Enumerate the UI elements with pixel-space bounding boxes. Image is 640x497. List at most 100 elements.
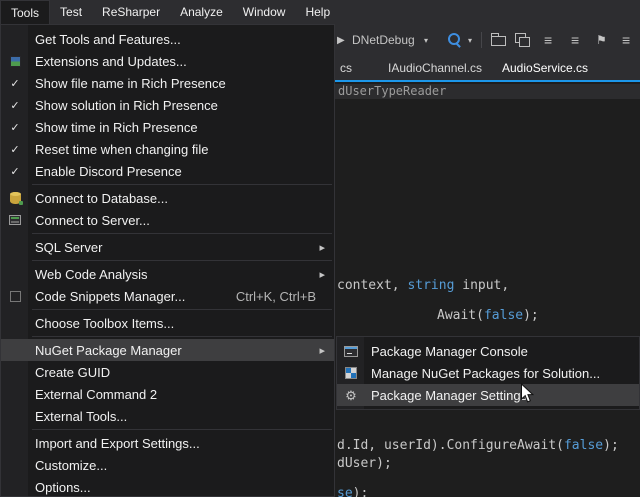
menu-item-connect-to-server[interactable]: Connect to Server... xyxy=(1,209,334,231)
menu-item-show-file-name[interactable]: ✓ Show file name in Rich Presence xyxy=(1,72,334,94)
item-gutter xyxy=(1,187,29,209)
gear-icon: ⚙ xyxy=(345,389,357,402)
console-icon xyxy=(344,346,358,357)
menu-help[interactable]: Help xyxy=(295,0,340,24)
server-icon xyxy=(9,215,21,225)
checkmark-icon: ✓ xyxy=(10,121,19,134)
menu-item-label: Enable Discord Presence xyxy=(29,164,182,179)
code-line: se); xyxy=(337,486,368,497)
code-text: dUser); xyxy=(337,456,392,471)
menu-item-choose-toolbox-items[interactable]: Choose Toolbox Items... xyxy=(1,312,334,334)
menu-item-label: Customize... xyxy=(29,458,107,473)
menu-analyze[interactable]: Analyze xyxy=(170,0,233,24)
menu-test[interactable]: Test xyxy=(50,0,92,24)
code-keyword: string xyxy=(407,278,454,293)
menu-item-extensions-and-updates[interactable]: Extensions and Updates... xyxy=(1,50,334,72)
item-gutter xyxy=(1,405,29,427)
menu-item-sql-server[interactable]: SQL Server ▸ xyxy=(1,236,334,258)
menu-item-label: Connect to Server... xyxy=(29,213,150,228)
code-line: Await(false); xyxy=(437,308,539,323)
debug-profile-dropdown[interactable]: DNetDebug xyxy=(352,24,415,56)
menu-item-connect-to-database[interactable]: Connect to Database... xyxy=(1,187,334,209)
toolbar-separator xyxy=(481,32,482,48)
menu-item-show-time[interactable]: ✓Show time in Rich Presence xyxy=(1,116,334,138)
menu-item-label: Extensions and Updates... xyxy=(29,54,187,69)
search-icon[interactable] xyxy=(447,24,463,56)
item-gutter: ⚙ xyxy=(337,384,365,406)
submenu-item-package-manager-settings[interactable]: ⚙ Package Manager Settings xyxy=(337,384,639,406)
menu-item-label: Show file name in Rich Presence xyxy=(29,76,226,91)
menu-item-customize[interactable]: Customize... xyxy=(1,454,334,476)
menu-separator xyxy=(32,336,332,337)
packages-icon xyxy=(345,367,357,379)
menu-tools[interactable]: Tools xyxy=(0,0,50,24)
menu-item-reset-time[interactable]: ✓ Reset time when changing file xyxy=(1,138,334,160)
menu-item-label: Show solution in Rich Presence xyxy=(29,98,218,113)
item-gutter xyxy=(1,50,29,72)
menu-item-external-tools[interactable]: External Tools... xyxy=(1,405,334,427)
menu-item-shortcut: Ctrl+K, Ctrl+B xyxy=(236,289,334,304)
menu-item-label: External Command 2 xyxy=(29,387,157,402)
submenu-arrow-icon: ▸ xyxy=(319,241,334,254)
menu-item-import-export-settings[interactable]: Import and Export Settings... xyxy=(1,432,334,454)
tab-partial[interactable]: cs xyxy=(336,56,356,80)
menu-item-label: Connect to Database... xyxy=(29,191,168,206)
menu-item-options[interactable]: Options... xyxy=(1,476,334,497)
overflow-menu-icon[interactable]: ≡ xyxy=(622,24,630,56)
menu-item-get-tools-and-features[interactable]: Get Tools and Features... xyxy=(1,28,334,50)
vs-window: context, string input, Await(false); d.I… xyxy=(0,0,640,497)
item-gutter xyxy=(1,236,29,258)
menu-separator xyxy=(32,309,332,310)
menu-item-label: Reset time when changing file xyxy=(29,142,208,157)
menu-item-label: SQL Server xyxy=(29,240,102,255)
item-gutter: ✓ xyxy=(1,160,29,182)
menu-item-web-code-analysis[interactable]: Web Code Analysis ▸ xyxy=(1,263,334,285)
code-text: input, xyxy=(454,278,509,293)
tools-menu: Get Tools and Features... Extensions and… xyxy=(0,24,335,497)
submenu-item-package-manager-console[interactable]: Package Manager Console xyxy=(337,340,639,362)
indent-icon[interactable]: ≡ xyxy=(571,24,579,56)
item-gutter xyxy=(1,383,29,405)
tab-iaudiochannel[interactable]: IAudioChannel.cs xyxy=(384,56,486,80)
tab-audioservice[interactable]: AudioService.cs xyxy=(498,56,592,80)
code-text: d.Id, userId).ConfigureAwait( xyxy=(337,438,564,453)
start-debug-icon[interactable]: ▶ xyxy=(337,24,345,56)
menu-item-create-guid[interactable]: Create GUID xyxy=(1,361,334,383)
code-keyword: se xyxy=(337,486,353,497)
menu-item-enable-discord-presence[interactable]: ✓Enable Discord Presence xyxy=(1,160,334,182)
menu-item-label: Package Manager Settings xyxy=(365,388,527,403)
item-gutter xyxy=(1,476,29,497)
code-text: ); xyxy=(603,438,619,453)
menu-separator xyxy=(32,184,332,185)
new-window-icon[interactable] xyxy=(514,24,531,56)
menu-item-code-snippets-manager[interactable]: Code Snippets Manager... Ctrl+K, Ctrl+B xyxy=(1,285,334,307)
checkmark-icon: ✓ xyxy=(10,99,19,112)
outdent-icon[interactable]: ≡ xyxy=(544,24,552,56)
code-text: ); xyxy=(523,308,539,323)
submenu-arrow-icon: ▸ xyxy=(319,268,334,281)
menu-item-label: Import and Export Settings... xyxy=(29,436,200,451)
menu-separator xyxy=(32,260,332,261)
open-folder-icon[interactable] xyxy=(491,24,507,56)
checkmark-icon: ✓ xyxy=(10,143,19,156)
menu-item-label: Code Snippets Manager... xyxy=(29,289,185,304)
menu-window[interactable]: Window xyxy=(233,0,296,24)
menu-item-show-solution[interactable]: ✓ Show solution in Rich Presence xyxy=(1,94,334,116)
menu-item-external-command-2[interactable]: External Command 2 xyxy=(1,383,334,405)
chevron-down-icon[interactable]: ▾ xyxy=(468,24,472,56)
code-text: dUserTypeReader xyxy=(338,84,446,98)
chevron-down-icon[interactable]: ▾ xyxy=(424,24,428,56)
menu-item-label: Web Code Analysis xyxy=(29,267,148,282)
menu-resharper[interactable]: ReSharper xyxy=(92,0,170,24)
nuget-submenu: Package Manager Console Manage NuGet Pac… xyxy=(336,336,640,410)
menu-item-label: NuGet Package Manager xyxy=(29,343,182,358)
bookmark-icon[interactable]: ⚑ xyxy=(596,24,607,56)
menu-item-label: Choose Toolbox Items... xyxy=(29,316,174,331)
database-icon xyxy=(10,192,21,204)
submenu-item-manage-nuget-packages[interactable]: Manage NuGet Packages for Solution... xyxy=(337,362,639,384)
menu-item-nuget-package-manager[interactable]: NuGet Package Manager▸ xyxy=(1,339,334,361)
code-line: context, string input, xyxy=(337,278,509,293)
item-gutter: ✓ xyxy=(1,138,29,160)
item-gutter xyxy=(1,361,29,383)
checkmark-icon: ✓ xyxy=(10,77,19,90)
